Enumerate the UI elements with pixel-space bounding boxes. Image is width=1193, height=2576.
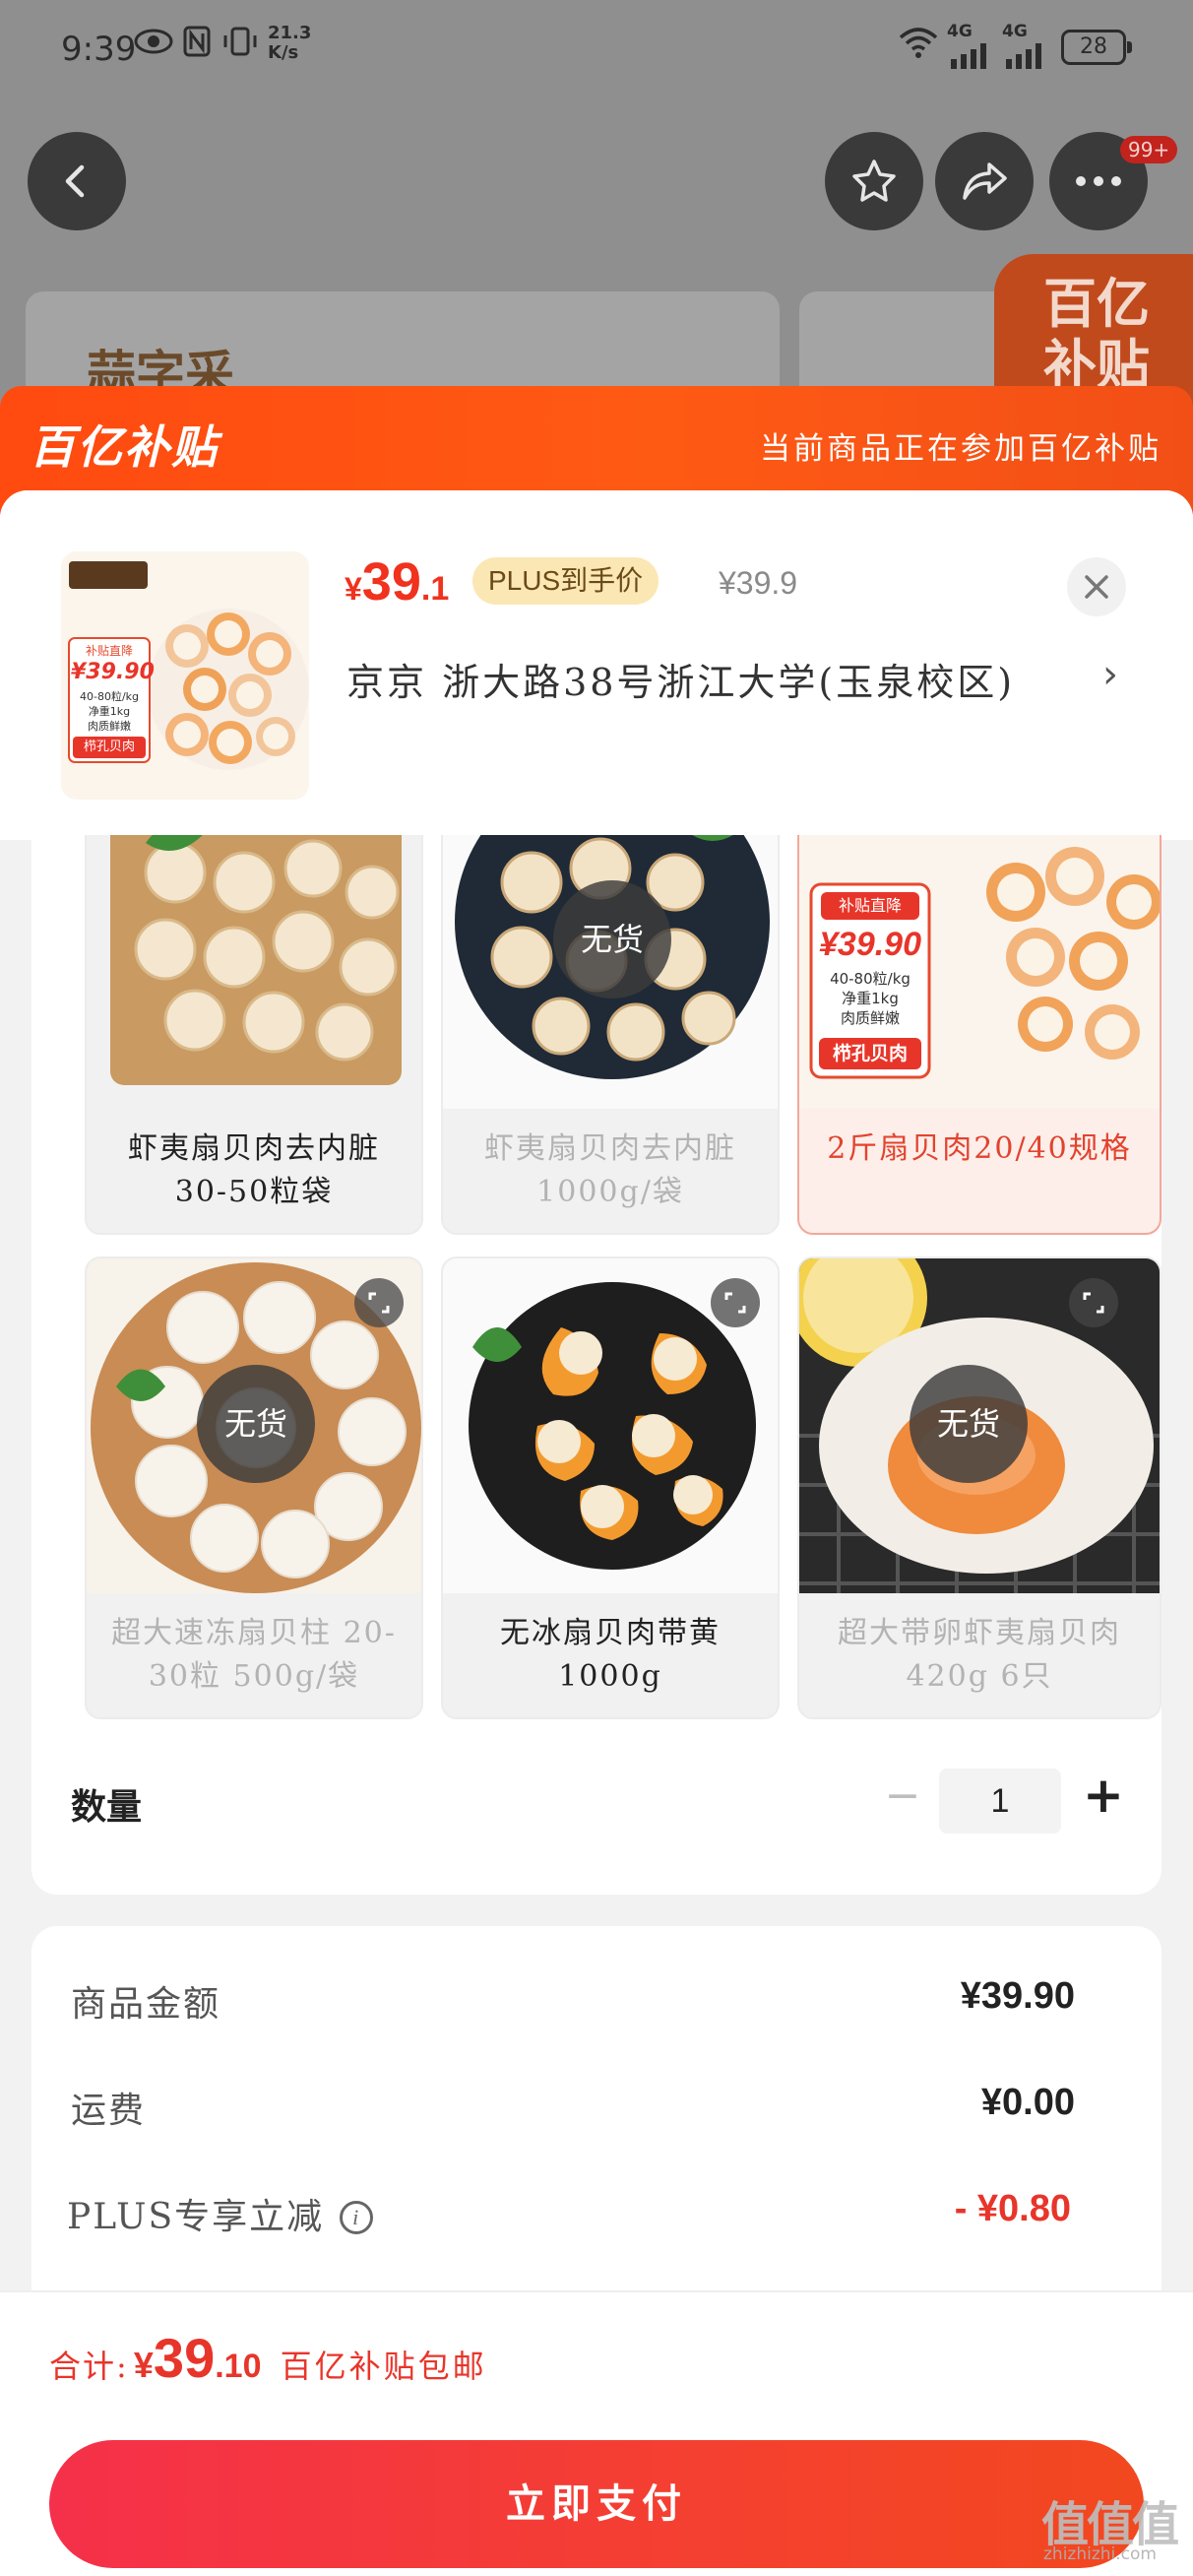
spec-panel: 虾夷扇贝肉去内脏 30-50粒袋 无货 虾夷扇贝肉去内脏 1000g/袋 补贴直…: [31, 835, 1162, 1895]
spec-label: 2斤扇贝肉20/40规格: [827, 1131, 1132, 1166]
share-button[interactable]: [935, 132, 1034, 230]
signal-label-1: 4G: [947, 22, 973, 41]
back-button[interactable]: [28, 132, 126, 230]
out-of-stock-overlay: 无货: [197, 1365, 315, 1483]
original-price: ¥39.9: [719, 565, 798, 601]
expand-image-button[interactable]: [711, 1278, 760, 1327]
network-speed: 21.3 K/s: [268, 23, 312, 63]
spec-label: 虾夷扇贝肉去内脏 1000g/袋: [484, 1131, 736, 1209]
spec-image: [87, 835, 421, 1109]
close-button[interactable]: [1067, 557, 1126, 616]
nfc-icon: [183, 26, 211, 65]
thumb-badge-top: 补贴直降: [85, 644, 133, 658]
spec-option-6[interactable]: 无货 超大带卵虾夷扇贝肉 420g 6只: [797, 1256, 1162, 1719]
plus-discount-label: PLUS专享立减: [67, 2197, 325, 2237]
spec-label: 超大带卵虾夷扇贝肉 420g 6只: [838, 1616, 1121, 1694]
goods-amount-value: ¥39.90: [960, 1975, 1075, 2017]
expand-icon: [1083, 1292, 1104, 1314]
more-dots-icon: [1076, 176, 1121, 186]
out-of-stock-overlay: 无货: [553, 880, 671, 998]
total-currency: ¥: [133, 2345, 154, 2385]
expand-icon: [724, 1292, 746, 1314]
plus-discount-value: - ¥0.80: [954, 2188, 1071, 2229]
thumb-badge-price: ¥39.90: [71, 660, 155, 684]
pay-now-button[interactable]: 立即支付: [49, 2440, 1144, 2568]
spec-image: 无货: [443, 835, 778, 1109]
spec-badge-lines: 40-80粒/kg 净重1kg 肉质鲜嫩: [830, 970, 910, 1027]
quantity-decrease-button[interactable]: −: [878, 1771, 927, 1821]
expand-icon: [368, 1292, 390, 1314]
plus-discount-row: PLUS专享立减 i - ¥0.80: [67, 2188, 1071, 2247]
quantity-input[interactable]: 1: [939, 1769, 1061, 1834]
signal-icon-1: [951, 39, 990, 77]
notification-badge: 99+: [1120, 136, 1178, 163]
spec-option-5[interactable]: 无冰扇贝肉带黄 1000g: [441, 1256, 780, 1719]
spec-badge-price: ¥39.90: [819, 926, 921, 963]
star-icon: [852, 160, 896, 202]
total-dec: .10: [215, 2348, 262, 2385]
battery-indicator: 28: [1061, 30, 1132, 65]
share-icon: [963, 162, 1007, 200]
info-icon[interactable]: i: [340, 2201, 374, 2234]
subsidy-logo: 百亿补贴: [30, 420, 219, 474]
goods-amount-label: 商品金额: [71, 1984, 221, 2025]
quantity-label: 数量: [71, 1787, 143, 1828]
spec-option-3[interactable]: 补贴直降 ¥39.90 40-80粒/kg 净重1kg 肉质鲜嫩 栉孔贝肉 2斤扇贝…: [797, 835, 1162, 1235]
plus-price-tag: PLUS到手价: [472, 557, 659, 605]
spec-image: [443, 1258, 778, 1593]
free-shipping-note: 百亿补贴包邮: [280, 2348, 487, 2385]
plus-price: ¥39.1: [345, 552, 450, 612]
signal-icon-2: [1006, 39, 1045, 77]
spec-image: 无货: [799, 1258, 1160, 1593]
quantity-increase-button[interactable]: +: [1079, 1767, 1128, 1824]
chevron-left-icon: [65, 164, 85, 198]
expand-image-button[interactable]: [1069, 1278, 1118, 1327]
background-page: 9:39 21.3 K/s 4G 4G 28 99+ 蒜字采 百亿补贴: [0, 0, 1193, 429]
close-icon: [1085, 575, 1108, 599]
spec-label: 超大速冻扇贝柱 20-30粒 500g/袋: [111, 1616, 397, 1694]
product-thumbnail[interactable]: 补贴直降 ¥39.90 40-80粒/kg 净重1kg 肉质鲜嫩 栉孔贝肉: [61, 551, 309, 800]
spec-option-2[interactable]: 无货 虾夷扇贝肉去内脏 1000g/袋: [441, 835, 780, 1235]
favorite-button[interactable]: [825, 132, 923, 230]
chevron-right-icon[interactable]: ›: [1102, 652, 1118, 697]
total-line: 合计: ¥39.10 百亿补贴包邮: [49, 2326, 487, 2390]
shipping-row: 运费 ¥0.00: [71, 2082, 1075, 2141]
spec-badge-bottom: 栉孔贝肉: [819, 1038, 921, 1069]
eye-icon: [134, 26, 173, 65]
spec-image: 补贴直降 ¥39.90 40-80粒/kg 净重1kg 肉质鲜嫩 栉孔贝肉: [799, 835, 1160, 1109]
wifi-icon: [898, 26, 939, 67]
status-bar: 9:39 21.3 K/s 4G 4G 28: [0, 0, 1193, 98]
shipping-value: ¥0.00: [980, 2082, 1075, 2123]
delivery-address[interactable]: 京京 浙大路38号浙江大学(玉泉校区): [346, 652, 1015, 706]
thumb-badge-lines: 40-80粒/kg 净重1kg 肉质鲜嫩: [79, 690, 140, 733]
spec-option-1[interactable]: 虾夷扇贝肉去内脏 30-50粒袋: [85, 835, 423, 1235]
shipping-label: 运费: [71, 2091, 147, 2131]
spec-badge-top: 补贴直降: [821, 892, 919, 920]
thumb-badge-bottom: 栉孔贝肉: [73, 737, 146, 758]
vibrate-icon: [220, 26, 260, 65]
spec-option-4[interactable]: 无货 超大速冻扇贝柱 20-30粒 500g/袋: [85, 1256, 423, 1719]
subsidy-note: 当前商品正在参加百亿补贴: [760, 431, 1162, 467]
spec-label: 无冰扇贝肉带黄 1000g: [500, 1616, 721, 1694]
spec-image: 无货: [87, 1258, 421, 1593]
expand-image-button[interactable]: [354, 1278, 404, 1327]
total-int: 39: [153, 2327, 216, 2389]
status-time: 9:39: [61, 30, 137, 69]
goods-amount-row: 商品金额 ¥39.90: [71, 1975, 1075, 2034]
total-label: 合计:: [49, 2348, 129, 2385]
spec-label: 虾夷扇贝肉去内脏 30-50粒袋: [128, 1131, 380, 1209]
signal-label-2: 4G: [1002, 22, 1028, 41]
out-of-stock-overlay: 无货: [910, 1365, 1028, 1483]
watermark-url: zhizhizhi.com: [1043, 2544, 1157, 2564]
